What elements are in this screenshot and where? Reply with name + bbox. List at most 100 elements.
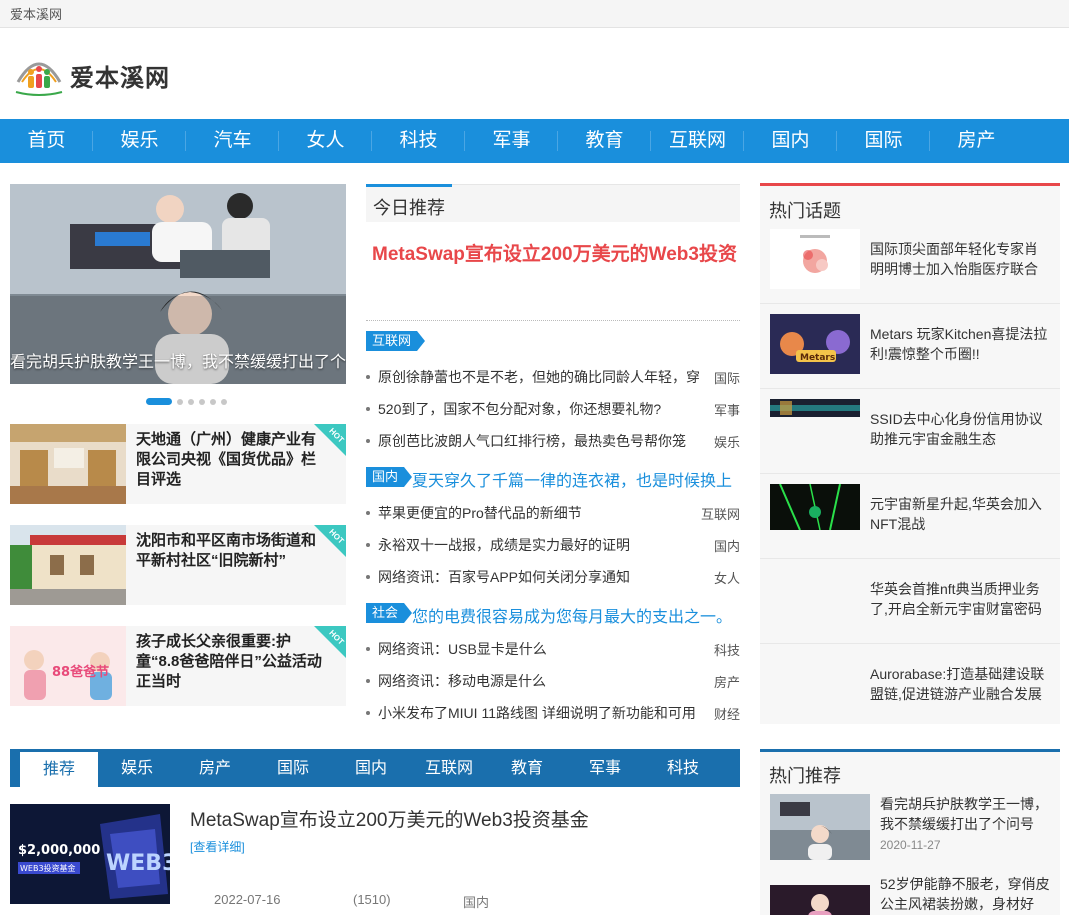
nav-item-internet[interactable]: 互联网 — [651, 119, 744, 163]
image-slider[interactable]: 看完胡兵护肤教学王一博，我不禁缓缓打出了个问号 — [10, 184, 346, 384]
topic-thumb — [770, 229, 860, 289]
nav-item-auto[interactable]: 汽车 — [186, 119, 279, 163]
nav-item-home[interactable]: 首页 — [0, 119, 93, 163]
bullet-icon — [366, 679, 370, 683]
news-item[interactable]: 网络资讯：百家号APP如何关闭分享通知 女人 — [366, 566, 740, 588]
nav-item-military[interactable]: 军事 — [465, 119, 558, 163]
nav-item-entertainment[interactable]: 娱乐 — [93, 119, 186, 163]
logo-mark-icon — [15, 62, 63, 96]
topic-title[interactable]: Aurorabase:打造基础建设联盟链,促进链游产业融合发展 — [870, 664, 1048, 704]
news-item-category[interactable]: 娱乐 — [714, 432, 740, 451]
nav-item-international[interactable]: 国际 — [837, 119, 930, 163]
topic-item[interactable]: 元宇宙新星升起,华英会加入NFT混战 — [760, 474, 1060, 559]
tab-military[interactable]: 军事 — [566, 749, 644, 787]
news-item[interactable]: 520到了，国家不包分配对象，你还想要礼物? 军事 — [366, 398, 740, 420]
news-item[interactable]: 小米发布了MIUI 11路线图 详细说明了新功能和可用 财经 — [366, 702, 740, 724]
bullet-icon — [366, 375, 370, 379]
topic-item[interactable]: Aurorabase:打造基础建设联盟链,促进链游产业融合发展 — [760, 644, 1060, 729]
news-item-title[interactable]: 网络资讯：移动电源是什么 — [378, 671, 703, 691]
slider-dot[interactable] — [210, 398, 216, 405]
nav-item-realestate[interactable]: 房产 — [930, 119, 1023, 163]
news-item[interactable]: 原创徐静蕾也不是不老，但她的确比同龄人年轻，穿 国际 — [366, 366, 740, 388]
tab-international[interactable]: 国际 — [254, 749, 332, 787]
tab-internet[interactable]: 互联网 — [410, 749, 488, 787]
slider-dot[interactable] — [199, 398, 205, 405]
news-item-category[interactable]: 女人 — [714, 568, 740, 587]
article-title[interactable]: MetaSwap宣布设立200万美元的Web3投资基金 — [190, 805, 589, 832]
news-item-title[interactable]: 520到了，国家不包分配对象，你还想要礼物? — [378, 399, 703, 419]
section-tag-domestic[interactable]: 国内 — [366, 467, 413, 487]
topic-title[interactable]: 元宇宙新星升起,华英会加入NFT混战 — [870, 494, 1048, 534]
nav-item-tech[interactable]: 科技 — [372, 119, 465, 163]
section-headline[interactable]: 您的电费很容易成为您每月最大的支出之一。 — [412, 603, 732, 627]
nav-item-education[interactable]: 教育 — [558, 119, 651, 163]
news-item[interactable]: 原创芭比波朗人气口红排行榜，最热卖色号帮你笼 娱乐 — [366, 430, 740, 452]
news-item-title[interactable]: 原创芭比波朗人气口红排行榜，最热卖色号帮你笼 — [378, 431, 703, 451]
bullet-icon — [366, 543, 370, 547]
hot-card[interactable]: 沈阳市和平区南市场街道和平新村社区“旧院新村” HOT — [10, 525, 346, 605]
topic-title[interactable]: Metars 玩家Kitchen喜提法拉利!震惊整个币圈!! — [870, 324, 1048, 364]
topic-thumb — [770, 484, 860, 530]
tab-domestic[interactable]: 国内 — [332, 749, 410, 787]
news-item-title[interactable]: 小米发布了MIUI 11路线图 详细说明了新功能和可用 — [378, 703, 703, 723]
today-headline[interactable]: MetaSwap宣布设立200万美元的Web3投资 — [372, 239, 737, 266]
tab-tech[interactable]: 科技 — [644, 749, 722, 787]
topic-item[interactable]: SSID去中心化身份信用协议助推元宇宙金融生态 — [760, 389, 1060, 474]
main-nav: 首页 娱乐 汽车 女人 科技 军事 教育 互联网 国内 国际 房产 — [0, 119, 1069, 163]
news-item[interactable]: 网络资讯：移动电源是什么 房产 — [366, 670, 740, 692]
site-logo[interactable]: 爱本溪网 — [14, 50, 174, 98]
topic-title[interactable]: 华英会首推nft典当质押业务了,开启全新元宇宙财富密码 — [870, 579, 1048, 619]
news-item[interactable]: 苹果更便宜的Pro替代品的新细节 互联网 — [366, 502, 740, 524]
news-item-category[interactable]: 房产 — [714, 672, 740, 691]
hot-card-title[interactable]: 孩子成长父亲很重要:护童“8.8爸爸陪伴日”公益活动正当时 — [136, 632, 322, 692]
nav-item-women[interactable]: 女人 — [279, 119, 372, 163]
slide-caption[interactable]: 看完胡兵护肤教学王一博，我不禁缓缓打出了个问号 — [10, 348, 346, 374]
news-item-category[interactable]: 财经 — [714, 704, 740, 723]
tab-recommend[interactable]: 推荐 — [20, 752, 98, 788]
news-item-title[interactable]: 网络资讯：USB显卡是什么 — [378, 639, 703, 659]
news-item-category[interactable]: 科技 — [714, 640, 740, 659]
topic-title[interactable]: SSID去中心化身份信用协议助推元宇宙金融生态 — [870, 409, 1048, 449]
news-item[interactable]: 永裕双十一战报，成绩是实力最好的证明 国内 — [366, 534, 740, 556]
divider — [366, 320, 740, 321]
topic-item[interactable]: Metars Metars 玩家Kitchen喜提法拉利!震惊整个币圈!! — [760, 304, 1060, 389]
section-tag-society[interactable]: 社会 — [366, 603, 413, 623]
article-category[interactable]: 国内 — [463, 892, 489, 911]
section-tag-internet[interactable]: 互联网 — [366, 331, 426, 351]
slider-dot[interactable] — [221, 398, 227, 405]
news-item-category[interactable]: 军事 — [714, 400, 740, 419]
hot-card-title[interactable]: 天地通（广州）健康产业有限公司央视《国货优品》栏目评选 — [136, 430, 322, 490]
article-more-link[interactable]: [查看详细] — [190, 838, 245, 855]
tab-entertainment[interactable]: 娱乐 — [98, 749, 176, 787]
rec-item[interactable]: 看完胡兵护肤教学王一博，我不禁缓缓打出了个问号 2020-11-27 — [770, 794, 1060, 864]
rec-thumb — [770, 885, 870, 915]
rec-date: 2020-11-27 — [880, 838, 941, 852]
article-item[interactable]: WEB3 $2,000,000 WEB3投资基金 MetaSwap宣布设立200… — [10, 804, 740, 910]
tab-education[interactable]: 教育 — [488, 749, 566, 787]
topic-item[interactable]: 国际顶尖面部年轻化专家肖明明博士加入怡脂医疗联合 — [760, 219, 1060, 304]
tab-realestate[interactable]: 房产 — [176, 749, 254, 787]
news-item-category[interactable]: 互联网 — [701, 504, 740, 523]
rec-item[interactable]: 52岁伊能静不服老，穿俏皮公主风裙装扮嫩，身材好 — [770, 874, 1060, 915]
news-item-category[interactable]: 国际 — [714, 368, 740, 387]
slider-dot[interactable] — [177, 398, 183, 405]
nav-item-domestic[interactable]: 国内 — [744, 119, 837, 163]
topic-item[interactable]: 华英会首推nft典当质押业务了,开启全新元宇宙财富密码 — [760, 559, 1060, 644]
news-item-title[interactable]: 永裕双十一战报，成绩是实力最好的证明 — [378, 535, 703, 555]
rec-title[interactable]: 52岁伊能静不服老，穿俏皮公主风裙装扮嫩，身材好 — [880, 874, 1052, 914]
news-item-title[interactable]: 原创徐静蕾也不是不老，但她的确比同龄人年轻，穿 — [378, 367, 703, 387]
article-thumb[interactable]: WEB3 $2,000,000 WEB3投资基金 — [10, 804, 170, 904]
topic-title[interactable]: 国际顶尖面部年轻化专家肖明明博士加入怡脂医疗联合 — [870, 239, 1048, 279]
section-headline[interactable]: 夏天穿久了千篇一律的连衣裙，也是时候换上 — [412, 467, 732, 491]
news-item-title[interactable]: 网络资讯：百家号APP如何关闭分享通知 — [378, 567, 703, 587]
news-item-title[interactable]: 苹果更便宜的Pro替代品的新细节 — [378, 503, 703, 523]
hot-card[interactable]: 天地通（广州）健康产业有限公司央视《国货优品》栏目评选 HOT — [10, 424, 346, 504]
today-recommend-header: 今日推荐 — [366, 184, 740, 222]
news-item-category[interactable]: 国内 — [714, 536, 740, 555]
slider-dot[interactable] — [188, 398, 194, 405]
rec-title[interactable]: 看完胡兵护肤教学王一博，我不禁缓缓打出了个问号 — [880, 794, 1052, 834]
hot-card-title[interactable]: 沈阳市和平区南市场街道和平新村社区“旧院新村” — [136, 531, 322, 571]
news-item[interactable]: 网络资讯：USB显卡是什么 科技 — [366, 638, 740, 660]
slider-dot-active[interactable] — [146, 398, 172, 405]
hot-card[interactable]: 88爸爸节 孩子成长父亲很重要:护童“8.8爸爸陪伴日”公益活动正当时 HOT — [10, 626, 346, 706]
